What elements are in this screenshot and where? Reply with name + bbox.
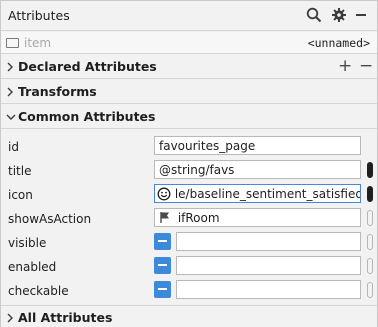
attribute-value: favourites_page (159, 139, 256, 153)
chevron-right-icon (7, 313, 13, 323)
gear-icon[interactable] (330, 6, 348, 24)
resource-picker-button[interactable] (367, 258, 373, 274)
panel-title: Attributes (8, 8, 70, 23)
chevron-right-icon (7, 62, 13, 72)
attribute-row-title: title @string/favs (1, 158, 377, 182)
common-attributes-list: id favourites_page title @string/favs ic… (1, 132, 377, 304)
attribute-name: id (8, 140, 19, 154)
resource-picker-button[interactable] (367, 282, 373, 298)
attribute-name: checkable (8, 284, 69, 298)
item-row: item <unnamed> (1, 32, 377, 54)
section-label: All Attributes (18, 310, 113, 325)
checkable-field[interactable] (176, 280, 361, 299)
item-label: item (24, 36, 52, 50)
resource-picker-button[interactable] (367, 186, 373, 202)
section-transforms[interactable]: Transforms (1, 80, 377, 104)
chevron-right-icon (7, 87, 13, 97)
search-icon[interactable] (305, 6, 323, 24)
panel-titlebar: Attributes (1, 1, 377, 31)
attribute-name: icon (8, 188, 33, 202)
item-name-value[interactable]: <unnamed> (308, 36, 370, 50)
attribute-row-id: id favourites_page (1, 134, 377, 158)
visible-tristate-checkbox[interactable] (154, 233, 171, 250)
resource-picker-button[interactable] (367, 162, 373, 178)
flag-icon (159, 211, 171, 226)
item-icon (6, 38, 19, 48)
section-common-attributes[interactable]: Common Attributes (1, 105, 377, 129)
attributes-panel: Attributes item <unnamed> Declared Attri… (0, 0, 378, 327)
section-label: Common Attributes (18, 109, 156, 124)
attribute-row-showasaction: showAsAction ifRoom (1, 206, 377, 230)
attribute-name: showAsAction (8, 212, 92, 226)
attribute-name: visible (8, 236, 47, 250)
add-attribute-button[interactable]: + (338, 56, 352, 76)
flags-picker-button[interactable] (367, 210, 373, 226)
minimize-icon[interactable] (352, 6, 370, 24)
attribute-name: enabled (8, 260, 57, 274)
icon-field[interactable]: le/baseline_sentiment_satisfied_alt_ (154, 184, 361, 203)
smiley-icon (157, 187, 171, 202)
attribute-row-enabled: enabled (1, 254, 377, 278)
attribute-row-icon: icon le/baseline_sentiment_satisfied_alt… (1, 182, 377, 206)
section-all-attributes[interactable]: All Attributes (1, 305, 377, 327)
visible-field[interactable] (176, 232, 361, 251)
chevron-down-icon (6, 114, 16, 120)
attribute-value: ifRoom (177, 211, 220, 225)
section-label: Declared Attributes (18, 59, 157, 74)
attribute-row-checkable: checkable (1, 278, 377, 302)
enabled-field[interactable] (176, 256, 361, 275)
attribute-name: title (8, 164, 32, 178)
resource-picker-button[interactable] (367, 234, 373, 250)
id-field[interactable]: favourites_page (154, 136, 361, 155)
attribute-value: @string/favs (159, 163, 235, 177)
title-field[interactable]: @string/favs (154, 160, 361, 179)
section-declared-attributes[interactable]: Declared Attributes + − (1, 55, 377, 79)
attribute-value: le/baseline_sentiment_satisfied_alt_ (174, 187, 361, 201)
remove-attribute-button[interactable]: − (359, 56, 373, 76)
showasaction-field[interactable]: ifRoom (154, 208, 361, 227)
checkable-tristate-checkbox[interactable] (154, 281, 171, 298)
enabled-tristate-checkbox[interactable] (154, 257, 171, 274)
section-label: Transforms (18, 84, 97, 99)
attribute-row-visible: visible (1, 230, 377, 254)
